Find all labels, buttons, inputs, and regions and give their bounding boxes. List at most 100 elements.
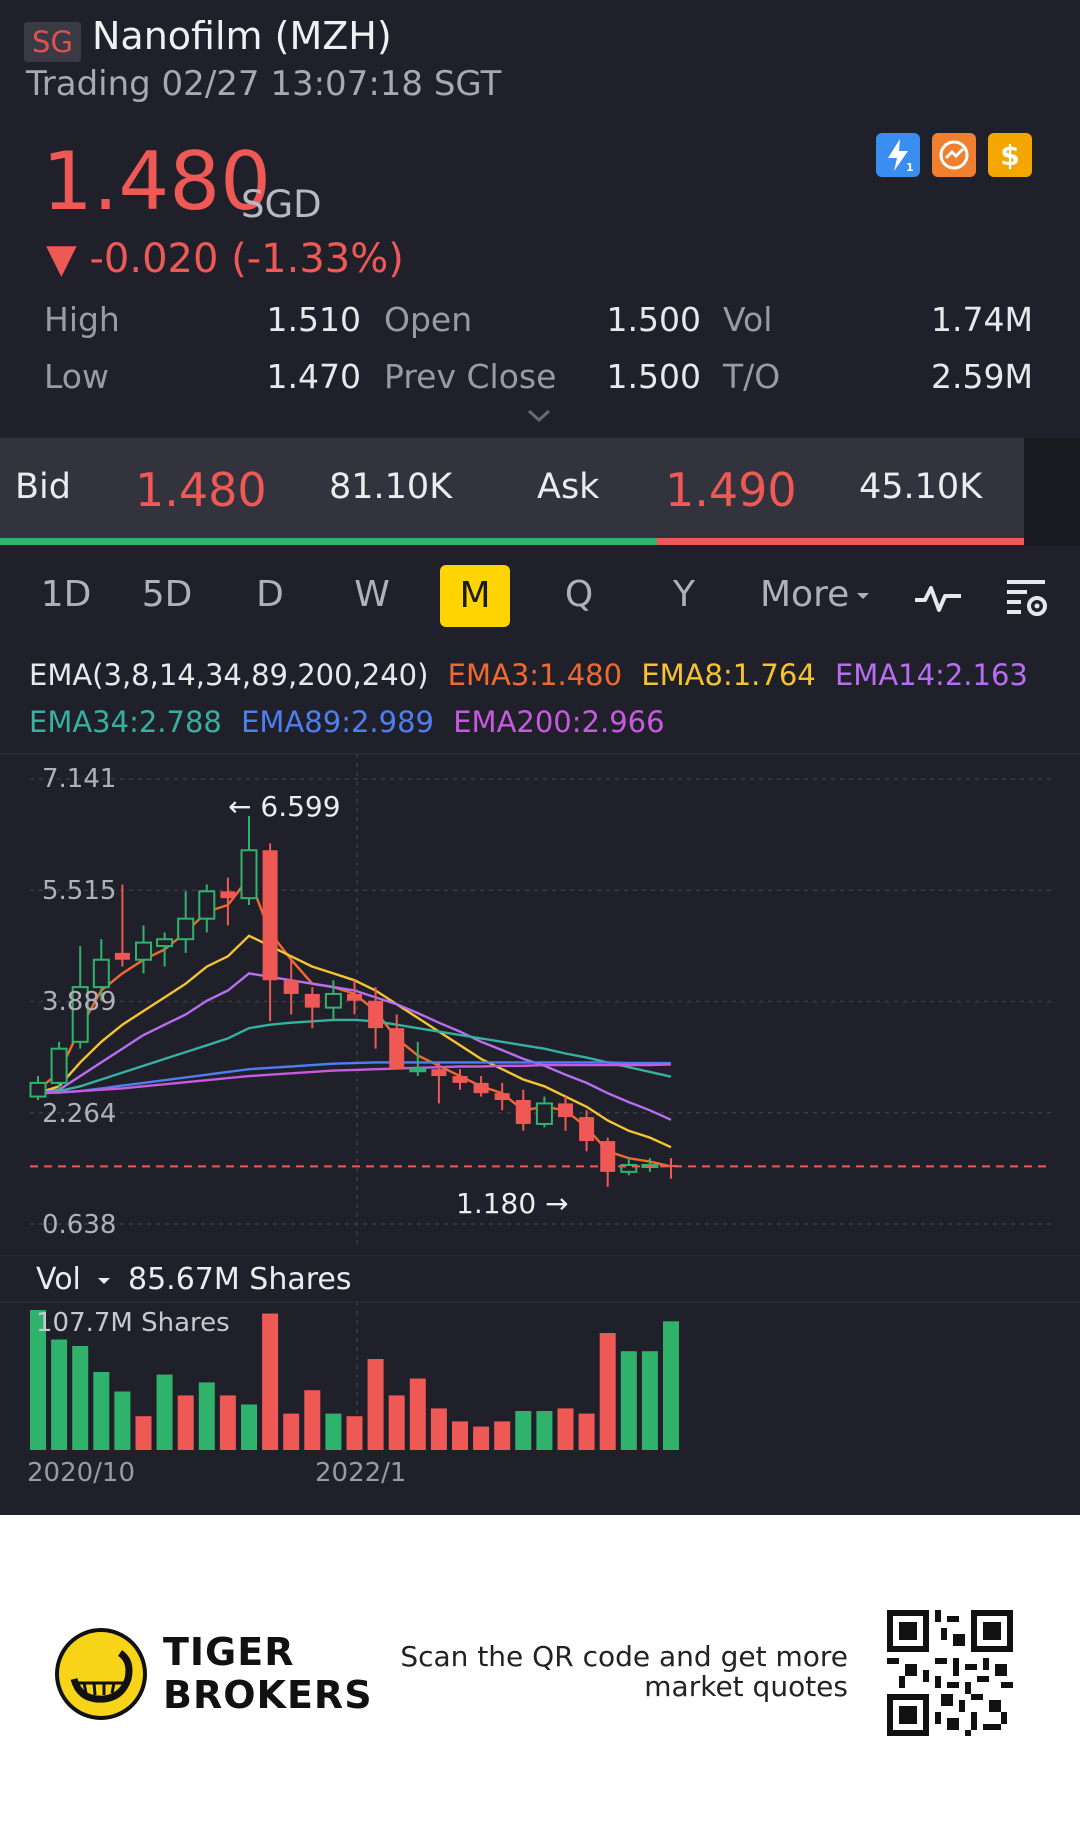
candle	[262, 843, 278, 1022]
volume-bar	[641, 1351, 658, 1450]
chart-settings-icon[interactable]	[1003, 576, 1051, 620]
tab-5d[interactable]: 5D	[132, 574, 202, 615]
candle-body	[431, 1069, 447, 1077]
candle-body	[535, 1102, 553, 1125]
ask-label: Ask	[537, 467, 600, 507]
tab-month[interactable]: M	[440, 565, 510, 627]
right-arrow-icon: →	[545, 1187, 569, 1220]
tab-year[interactable]: Y	[649, 574, 719, 615]
price-chart[interactable]	[0, 746, 1080, 1256]
qr-code[interactable]	[887, 1610, 1013, 1736]
bid-ratio-bar	[0, 538, 657, 545]
low-value: 1.470	[266, 357, 361, 396]
volume-bar	[198, 1382, 215, 1450]
volume-bar	[114, 1391, 131, 1450]
volume-bar	[51, 1339, 68, 1450]
volume-indicator-header[interactable]: Vol 85.67M Shares	[36, 1262, 352, 1297]
ask-quantity: 45.10K	[859, 467, 983, 507]
lightning-icon[interactable]: 1	[876, 133, 920, 177]
y-tick-label: 3.889	[42, 987, 117, 1017]
volume-bar	[219, 1395, 236, 1450]
ema8-value: EMA8:1.764	[641, 658, 816, 692]
volume-bar	[430, 1408, 447, 1450]
price-change: ▼ -0.020 (-1.33%)	[46, 236, 404, 282]
candle	[535, 1096, 553, 1128]
candle-body	[452, 1076, 468, 1083]
volume-bar	[473, 1426, 490, 1450]
ask-ratio-bar	[657, 538, 1024, 545]
bid-price[interactable]: 1.480	[135, 463, 267, 517]
indicator-wave-icon[interactable]	[913, 578, 965, 618]
volume-bar	[346, 1416, 363, 1450]
ask-price[interactable]: 1.490	[665, 463, 797, 517]
tab-week[interactable]: W	[337, 574, 407, 615]
low-marker: 1.180 →	[456, 1187, 569, 1220]
prev-close-label: Prev Close	[384, 357, 557, 396]
dollar-icon[interactable]: $	[988, 133, 1032, 177]
scan-text-line-1: Scan the QR code and get more	[400, 1640, 848, 1673]
volume-bar	[241, 1404, 257, 1450]
candle	[135, 925, 152, 974]
candle	[220, 877, 236, 926]
candle-body	[368, 1000, 384, 1029]
candle	[198, 884, 216, 933]
candle-body	[92, 958, 110, 989]
stock-title: Nanofilm (MZH)	[92, 14, 392, 58]
candle-body	[579, 1117, 595, 1142]
high-value: 1.510	[266, 300, 361, 339]
more-dropdown[interactable]: More	[760, 574, 870, 615]
y-tick-label: 5.515	[42, 876, 117, 906]
volume-bar	[599, 1333, 616, 1450]
candle-body	[494, 1093, 510, 1101]
ema34-line	[37, 1018, 672, 1095]
volume-bar	[452, 1421, 468, 1450]
high-label: High	[44, 300, 120, 339]
volume-value: 85.67M Shares	[127, 1262, 352, 1297]
candle-body	[240, 849, 258, 900]
last-price: 1.480	[42, 135, 272, 228]
candle	[558, 1096, 573, 1131]
high-marker: ← 6.599	[228, 790, 341, 823]
candle	[600, 1137, 616, 1187]
x-tick-label: 2022/1	[315, 1458, 407, 1488]
expand-chevron-icon[interactable]	[526, 408, 552, 424]
candle-body	[283, 980, 299, 994]
candle	[663, 1158, 679, 1179]
volume-bar	[515, 1411, 532, 1450]
candle-body	[135, 941, 152, 961]
candle-body	[347, 993, 362, 1001]
candle-body	[50, 1047, 68, 1084]
volume-bar	[663, 1321, 679, 1450]
y-tick-label: 0.638	[42, 1210, 117, 1240]
candle	[473, 1076, 489, 1097]
tab-day[interactable]: D	[235, 574, 305, 615]
candle	[494, 1082, 510, 1111]
brand-line-2: BROKERS	[163, 1673, 373, 1717]
vol-value: 1.74M	[931, 300, 1033, 339]
bid-ask-side-panel	[1024, 438, 1080, 546]
volume-bar	[388, 1395, 405, 1450]
ema-label: EMA(3,8,14,34,89,200,240)	[29, 658, 429, 692]
caret-down-icon	[98, 1277, 111, 1284]
candle	[156, 932, 174, 967]
high-marker-value: 6.599	[260, 790, 341, 823]
ema3-value: EMA3:1.480	[447, 658, 623, 692]
volume-bar	[93, 1372, 110, 1450]
candle-body	[114, 952, 130, 960]
candle-body	[409, 1068, 427, 1073]
candle	[50, 1041, 68, 1090]
volume-bar	[620, 1351, 637, 1450]
volume-bar	[409, 1378, 426, 1450]
x-tick-label: 2020/10	[27, 1458, 136, 1488]
candle	[515, 1089, 531, 1131]
volume-bar	[283, 1413, 300, 1450]
candle	[114, 884, 130, 967]
tab-quarter[interactable]: Q	[544, 574, 614, 615]
ema200-value: EMA200:2.966	[453, 705, 665, 739]
tab-1d[interactable]: 1D	[31, 574, 101, 615]
turnover-label: T/O	[723, 357, 781, 396]
trend-icon[interactable]	[932, 133, 976, 177]
candle	[29, 1076, 47, 1101]
candle	[283, 959, 299, 1015]
candle-body	[558, 1103, 573, 1118]
